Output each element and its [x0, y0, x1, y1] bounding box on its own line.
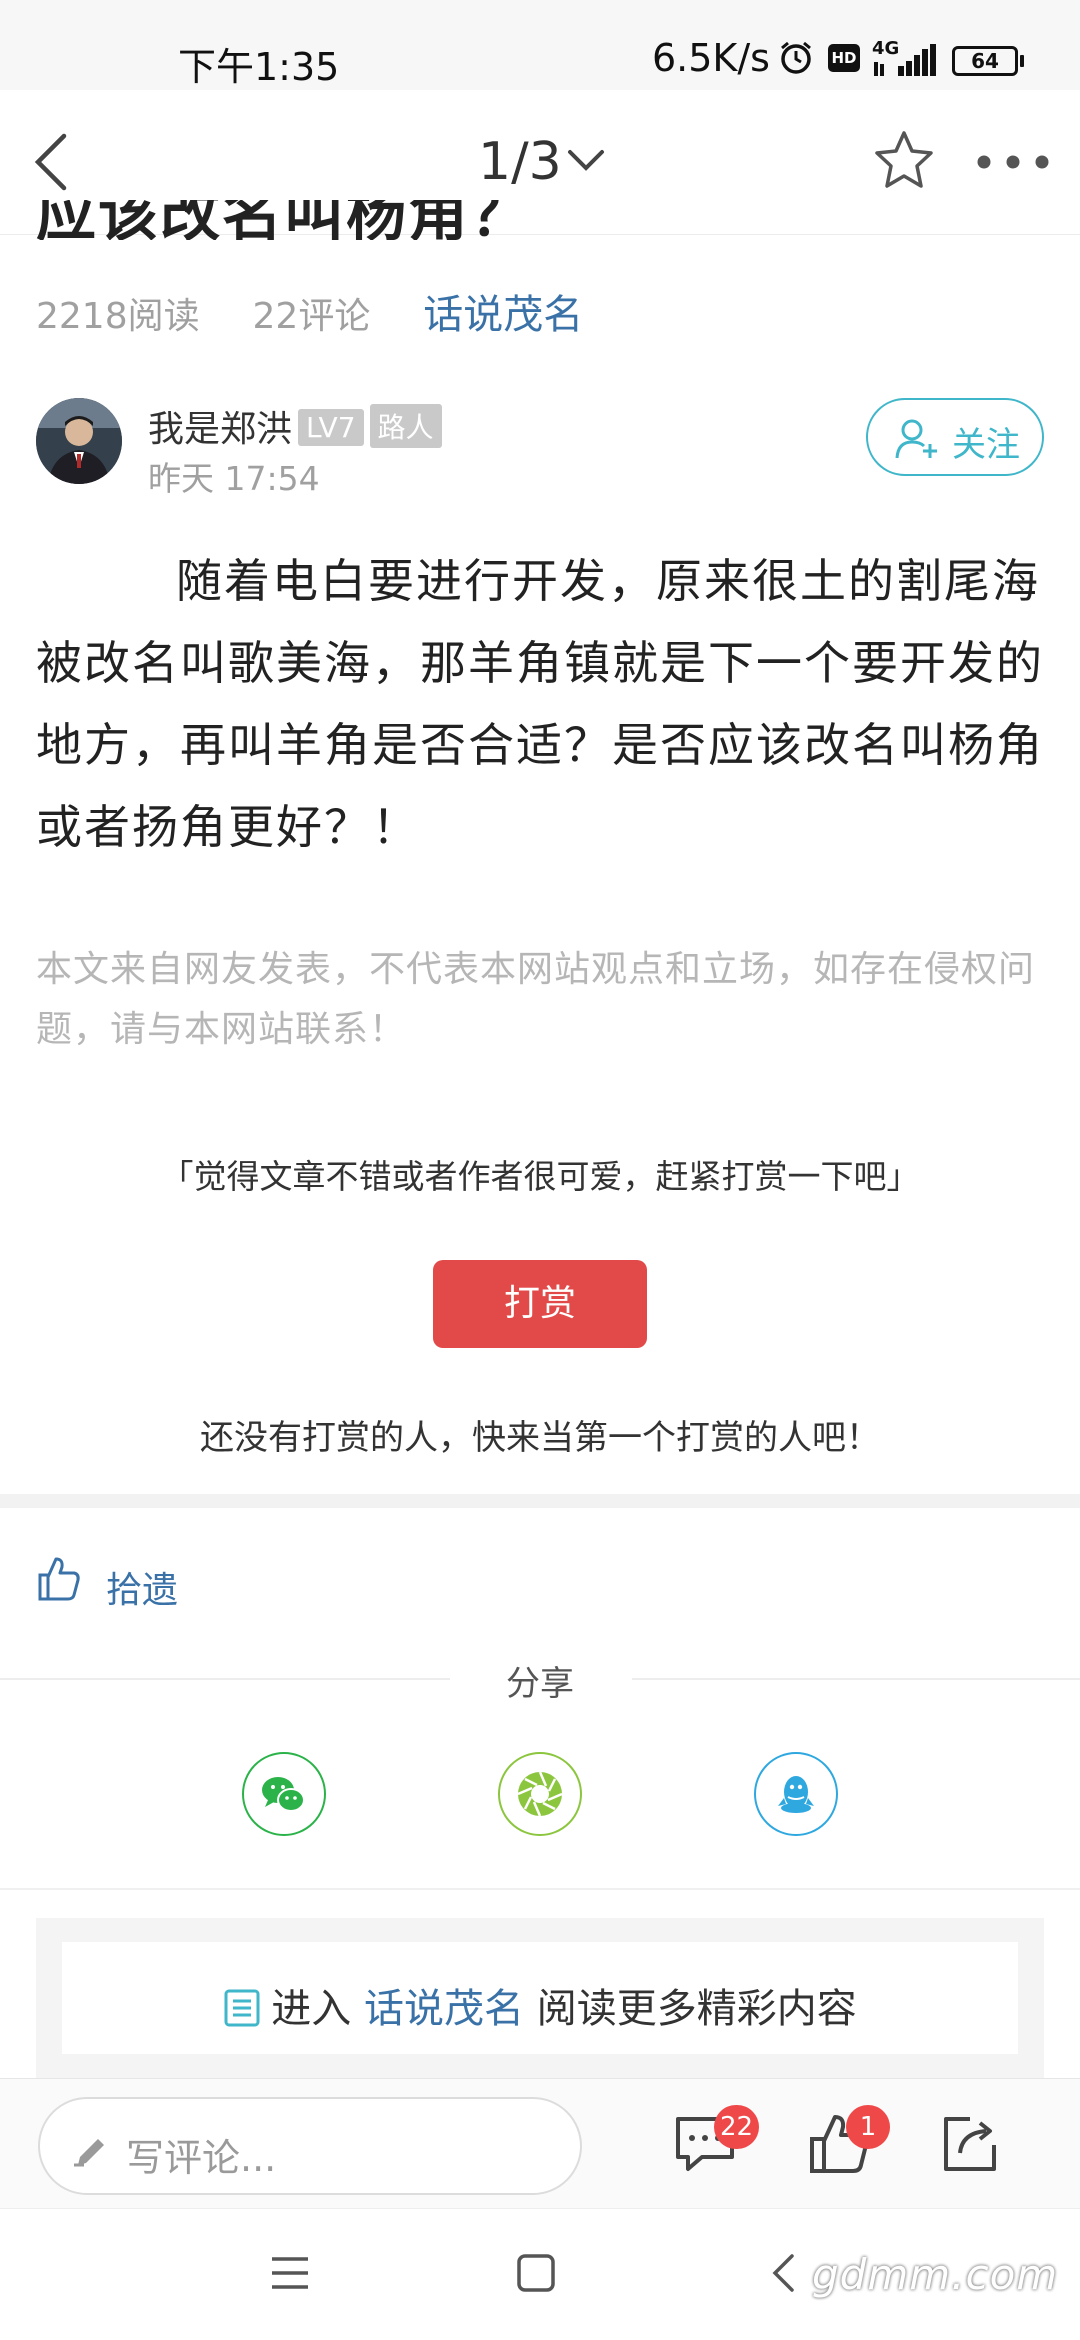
article-title: 应该改名叫杨角？	[36, 200, 532, 240]
follow-button[interactable]: 关注	[866, 398, 1044, 476]
post-time: 昨天 17:54	[148, 459, 320, 498]
back-arrow-icon[interactable]	[28, 130, 78, 194]
page-indicator[interactable]: 1/3	[478, 132, 562, 192]
comment-input[interactable]: 写评论...	[38, 2097, 582, 2195]
share-icon[interactable]	[940, 2113, 1000, 2175]
wechat-icon[interactable]	[242, 1752, 326, 1836]
status-bar: 下午1:35 6.5K/s HD 4G 64	[0, 0, 1080, 90]
disclaimer: 本文来自网友发表，不代表本网站观点和立场，如存在侵权问题，请与本网站联系！	[36, 949, 1036, 1050]
comment-count: 22评论	[252, 296, 371, 337]
like-count-badge: 1	[846, 2105, 890, 2149]
divider	[0, 1888, 1080, 1890]
read-count: 2218阅读	[36, 296, 200, 337]
forum-link[interactable]: 话说茂名	[423, 292, 583, 338]
article-meta: 2218阅读 22评论 话说茂名	[36, 282, 583, 340]
alarm-icon	[778, 40, 814, 76]
battery-level: 64	[971, 49, 999, 73]
divider	[0, 1494, 1080, 1508]
enter-forum-button[interactable]: 进入 话说茂名 阅读更多精彩内容	[62, 1942, 1018, 2054]
enter-forum-section: 进入 话说茂名 阅读更多精彩内容	[36, 1918, 1044, 2078]
comment-placeholder: 写评论...	[126, 2136, 277, 2180]
signal-icon	[872, 42, 938, 78]
reward-prompt: 「觉得文章不错或者作者很可爱，赶紧打赏一下吧」	[160, 1157, 920, 1196]
qq-icon[interactable]	[754, 1752, 838, 1836]
network-speed: 6.5K/s	[652, 36, 770, 80]
enter-forum-text: 进入 话说茂名 阅读更多精彩内容	[62, 1976, 1018, 2034]
thumbs-up-icon	[36, 1555, 82, 1603]
like-label: 拾遗	[106, 1570, 179, 1611]
avatar[interactable]	[36, 398, 122, 484]
level-badge: LV7	[298, 409, 364, 446]
star-icon[interactable]	[872, 128, 936, 192]
battery-icon: 64	[952, 46, 1018, 76]
nav-back-icon[interactable]	[770, 2253, 796, 2293]
watermark: gdmm.com	[812, 2250, 1059, 2299]
reward-button[interactable]: 打赏	[433, 1260, 647, 1348]
reward-empty-text: 还没有打赏的人，快来当第一个打赏的人吧！	[200, 1418, 880, 1458]
hd-icon: HD	[828, 44, 860, 72]
share-label: 分享	[506, 1664, 574, 1704]
moments-icon[interactable]	[498, 1752, 582, 1836]
add-user-icon	[894, 418, 940, 460]
list-icon	[223, 1988, 261, 2028]
home-icon[interactable]	[516, 2253, 556, 2293]
menu-icon[interactable]	[270, 2255, 310, 2291]
comment-bar: 写评论... 22 1	[0, 2078, 1080, 2208]
comment-count-badge: 22	[714, 2105, 760, 2149]
follow-label: 关注	[952, 425, 1020, 465]
status-time: 下午1:35	[178, 45, 340, 89]
more-icon[interactable]	[976, 154, 1050, 170]
enter-forum-name[interactable]: 话说茂名	[364, 1986, 524, 2032]
article-body: 随着电白要进行开发，原来很土的割尾海被改名叫歌美海，那羊角镇就是下一个要开发的地…	[36, 554, 1044, 854]
battery-tip	[1020, 55, 1024, 67]
pencil-icon	[72, 2129, 112, 2167]
chevron-down-icon[interactable]	[566, 146, 606, 174]
author-name[interactable]: 我是郑洪 LV7 路人	[148, 400, 442, 452]
rank-badge: 路人	[369, 404, 442, 448]
